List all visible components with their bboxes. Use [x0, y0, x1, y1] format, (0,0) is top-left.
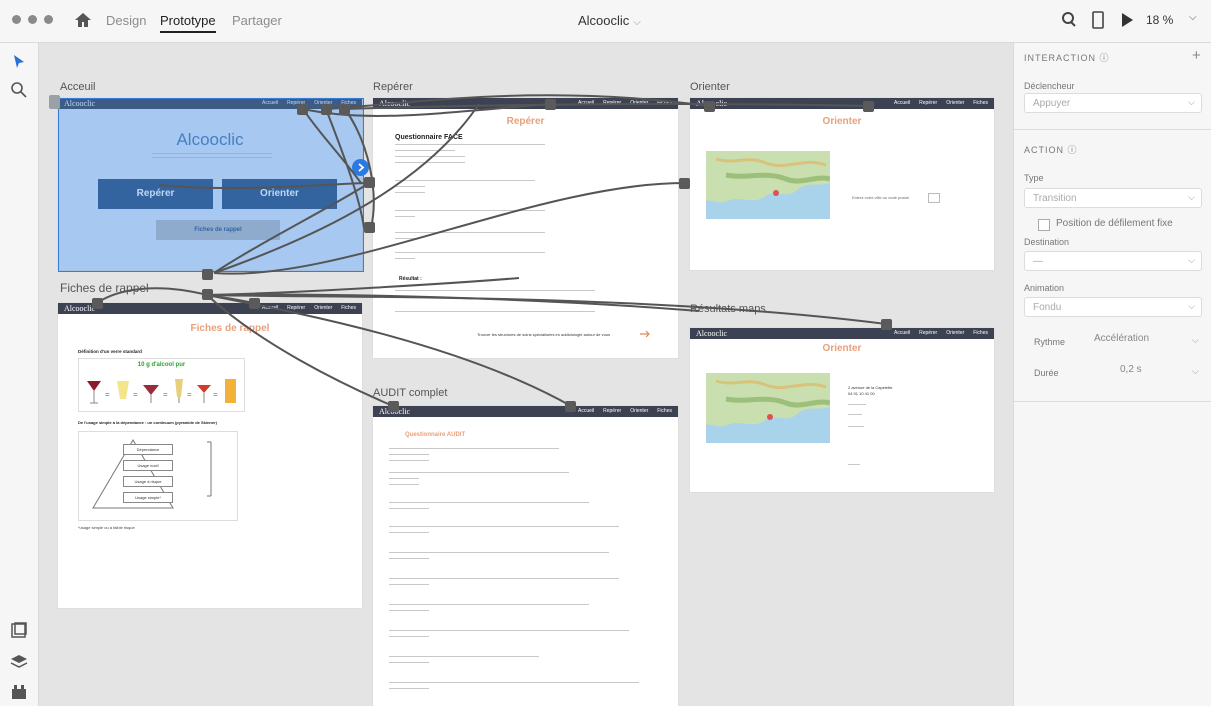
connector-node [545, 99, 556, 110]
connector-node [202, 289, 213, 300]
plugins-icon[interactable] [10, 683, 28, 701]
zoom-chevron-icon[interactable]: ⌵ [1189, 12, 1197, 23]
duration-label: Durée [1034, 368, 1059, 378]
connector-wire [96, 287, 208, 304]
share-user-icon[interactable] [1060, 11, 1078, 29]
connector-node [863, 101, 874, 112]
document-title[interactable]: Alcooclic ⌵ [578, 13, 641, 28]
info-icon[interactable]: ⓘ [1100, 53, 1110, 63]
animation-label: Animation [1024, 283, 1065, 293]
connector-wire [213, 182, 685, 275]
prototype-connectors [92, 94, 892, 412]
add-interaction-icon[interactable]: + [1192, 47, 1201, 64]
play-icon[interactable] [1120, 11, 1134, 29]
connector-node [679, 178, 690, 189]
rhythm-select[interactable]: Accélération [1094, 333, 1149, 344]
chevron-down-icon: ⌵ [1188, 301, 1195, 311]
panel-divider [1014, 401, 1211, 402]
connector-node [704, 101, 715, 112]
select-tool-icon[interactable] [10, 53, 28, 71]
connector-node [92, 298, 103, 309]
connector-wire [158, 182, 370, 190]
connector-node [339, 104, 350, 115]
chevron-down-icon[interactable]: ⌵ [1192, 335, 1199, 346]
tool-sidebar [0, 43, 39, 706]
connector-node [881, 319, 892, 330]
layers-icon[interactable] [10, 653, 28, 671]
tab-design[interactable]: Design [106, 13, 146, 28]
interaction-header: INTERACTION ⓘ [1024, 53, 1110, 63]
connector-wire [206, 294, 887, 325]
connector-wire [206, 294, 572, 407]
connector-node [249, 298, 260, 309]
chevron-down-icon[interactable]: ⌵ [1192, 366, 1199, 377]
app-toolbar: Design Prototype Partager Alcooclic ⌵ 18 … [0, 0, 1211, 43]
connector-node [364, 222, 375, 233]
tab-partager[interactable]: Partager [232, 13, 282, 28]
window-zoom-button[interactable] [44, 15, 53, 24]
chevron-down-icon: ⌵ [1188, 192, 1195, 202]
chevron-down-icon: ⌵ [1188, 255, 1195, 265]
connector-node [321, 104, 332, 115]
duration-select[interactable]: 0,2 s [1120, 364, 1142, 375]
rhythm-label: Rythme [1034, 337, 1066, 347]
connector-node [565, 401, 576, 412]
zoom-level[interactable]: 18 % [1146, 13, 1173, 27]
connector-node [388, 401, 399, 412]
connector-node [202, 269, 213, 280]
connector-wire [206, 277, 520, 296]
design-canvas[interactable]: Acceuil Alcooclic Accueil Repérer Orienter… [39, 43, 1013, 706]
type-select[interactable]: Transition ⌵ [1024, 188, 1202, 208]
info-icon[interactable]: ⓘ [1068, 145, 1078, 155]
connector-wire [213, 182, 370, 274]
connector-wire [206, 294, 394, 407]
type-label: Type [1024, 173, 1044, 183]
scroll-checkbox[interactable] [1038, 219, 1050, 231]
tab-prototype[interactable]: Prototype [160, 13, 216, 33]
panel-divider [1014, 129, 1211, 130]
trigger-select[interactable]: Appuyer ⌵ [1024, 93, 1202, 113]
connector-node [364, 177, 375, 188]
destination-select[interactable]: — ⌵ [1024, 251, 1202, 271]
home-icon[interactable] [74, 11, 92, 29]
chevron-down-icon: ⌵ [1188, 97, 1195, 107]
action-header: ACTION ⓘ [1024, 145, 1078, 155]
connector-wire [344, 103, 869, 110]
window-minimize-button[interactable] [28, 15, 37, 24]
connector-node [297, 104, 308, 115]
document-assets-icon[interactable] [10, 621, 28, 639]
zoom-tool-icon[interactable] [10, 81, 28, 99]
destination-label: Destination [1024, 237, 1070, 247]
animation-select[interactable]: Fondu ⌵ [1024, 297, 1202, 317]
window-close-button[interactable] [12, 15, 21, 24]
scroll-label: Position de défilement fixe [1056, 218, 1173, 229]
trigger-label: Déclencheur [1024, 81, 1075, 91]
properties-panel: INTERACTION ⓘ + Déclencheur Appuyer ⌵ ACT… [1013, 43, 1211, 706]
chevron-down-icon: ⌵ [633, 17, 641, 28]
device-preview-icon[interactable] [1091, 11, 1105, 29]
